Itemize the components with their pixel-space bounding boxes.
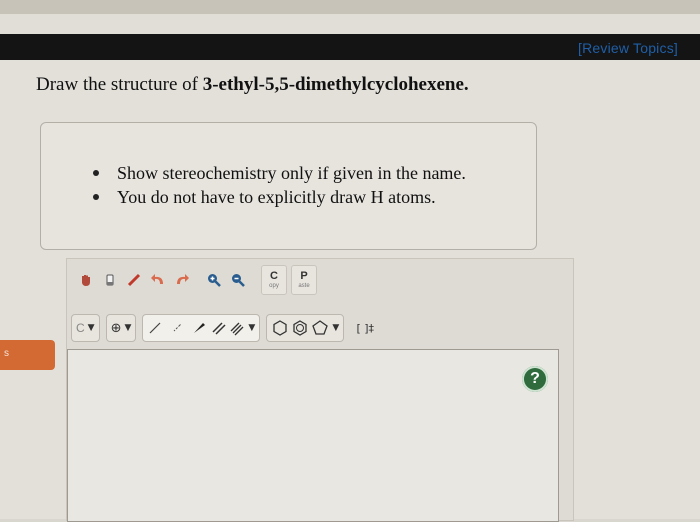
- help-button[interactable]: ?: [522, 366, 548, 392]
- drawing-canvas[interactable]: ?: [67, 349, 559, 522]
- eraser-icon[interactable]: [99, 269, 121, 291]
- copy-label-big: C: [270, 269, 278, 282]
- hint-item: Show stereochemistry only if given in th…: [93, 161, 466, 185]
- hint-item: You do not have to explicitly draw H ato…: [93, 185, 466, 209]
- compound-name: 3-ethyl-5,5-dimethylcyclohexene.: [202, 74, 469, 95]
- question-text: Draw the structure of 3-ethyl-5,5-dimeth…: [36, 74, 469, 96]
- paste-label-big: P: [300, 269, 308, 282]
- bracket-label: [ ]‡: [356, 321, 375, 335]
- copy-label-small: opy: [269, 282, 279, 289]
- element-label: C: [76, 321, 85, 335]
- chevron-down-icon: ▼: [332, 323, 340, 333]
- paste-button[interactable]: P aste: [291, 265, 317, 295]
- triple-bond-icon[interactable]: [229, 320, 245, 336]
- zoom-out-icon[interactable]: [227, 269, 249, 291]
- bullet-icon: [93, 170, 99, 176]
- hand-tool-icon[interactable]: [75, 269, 97, 291]
- hint-list: Show stereochemistry only if given in th…: [93, 161, 466, 209]
- toolbar-bottom: C ▼ ⊕ ▼ ▼ ▼ [ ]‡: [71, 313, 382, 343]
- bond-selector[interactable]: ▼: [142, 314, 261, 342]
- cyclopentane-icon[interactable]: [311, 319, 329, 337]
- chevron-down-icon: ▼: [124, 323, 132, 333]
- benzene-icon[interactable]: [291, 319, 309, 337]
- copy-button[interactable]: C opy: [261, 265, 287, 295]
- hint-box: Show stereochemistry only if given in th…: [40, 122, 537, 250]
- bullet-icon: [93, 194, 99, 200]
- side-tab-mark: s: [4, 348, 9, 359]
- toolbar-top: C opy P aste: [75, 265, 321, 295]
- charge-icon: ⊕: [110, 320, 122, 336]
- wedge-bond-icon[interactable]: [191, 320, 207, 336]
- single-bond-icon[interactable]: [147, 320, 163, 336]
- hashed-bond-icon[interactable]: [169, 320, 185, 336]
- redo-icon[interactable]: [171, 269, 193, 291]
- page-top-band: [0, 14, 700, 34]
- hint-text: Show stereochemistry only if given in th…: [117, 163, 466, 183]
- ring-selector[interactable]: ▼: [266, 314, 345, 342]
- browser-top-strip: [0, 0, 700, 14]
- cyclohexane-icon[interactable]: [271, 319, 289, 337]
- structure-editor: C opy P aste C ▼ ⊕ ▼ ▼ ▼ []‡ ?: [66, 258, 574, 522]
- undo-icon[interactable]: [147, 269, 169, 291]
- bond-draw-icon[interactable]: [123, 269, 145, 291]
- chevron-down-icon: ▼: [248, 323, 256, 333]
- chevron-down-icon: ▼: [87, 323, 95, 333]
- review-topics-link[interactable]: [Review Topics]: [578, 40, 678, 56]
- element-selector[interactable]: C ▼: [71, 314, 100, 342]
- paste-label-small: aste: [298, 282, 310, 289]
- side-tab[interactable]: s: [0, 340, 55, 370]
- zoom-in-icon[interactable]: [203, 269, 225, 291]
- double-bond-icon[interactable]: [211, 320, 227, 336]
- hint-text: You do not have to explicitly draw H ato…: [117, 187, 436, 207]
- question-prefix: Draw the structure of: [36, 74, 203, 95]
- charge-selector[interactable]: ⊕ ▼: [105, 314, 137, 342]
- bracket-tool[interactable]: [ ]‡: [350, 317, 380, 339]
